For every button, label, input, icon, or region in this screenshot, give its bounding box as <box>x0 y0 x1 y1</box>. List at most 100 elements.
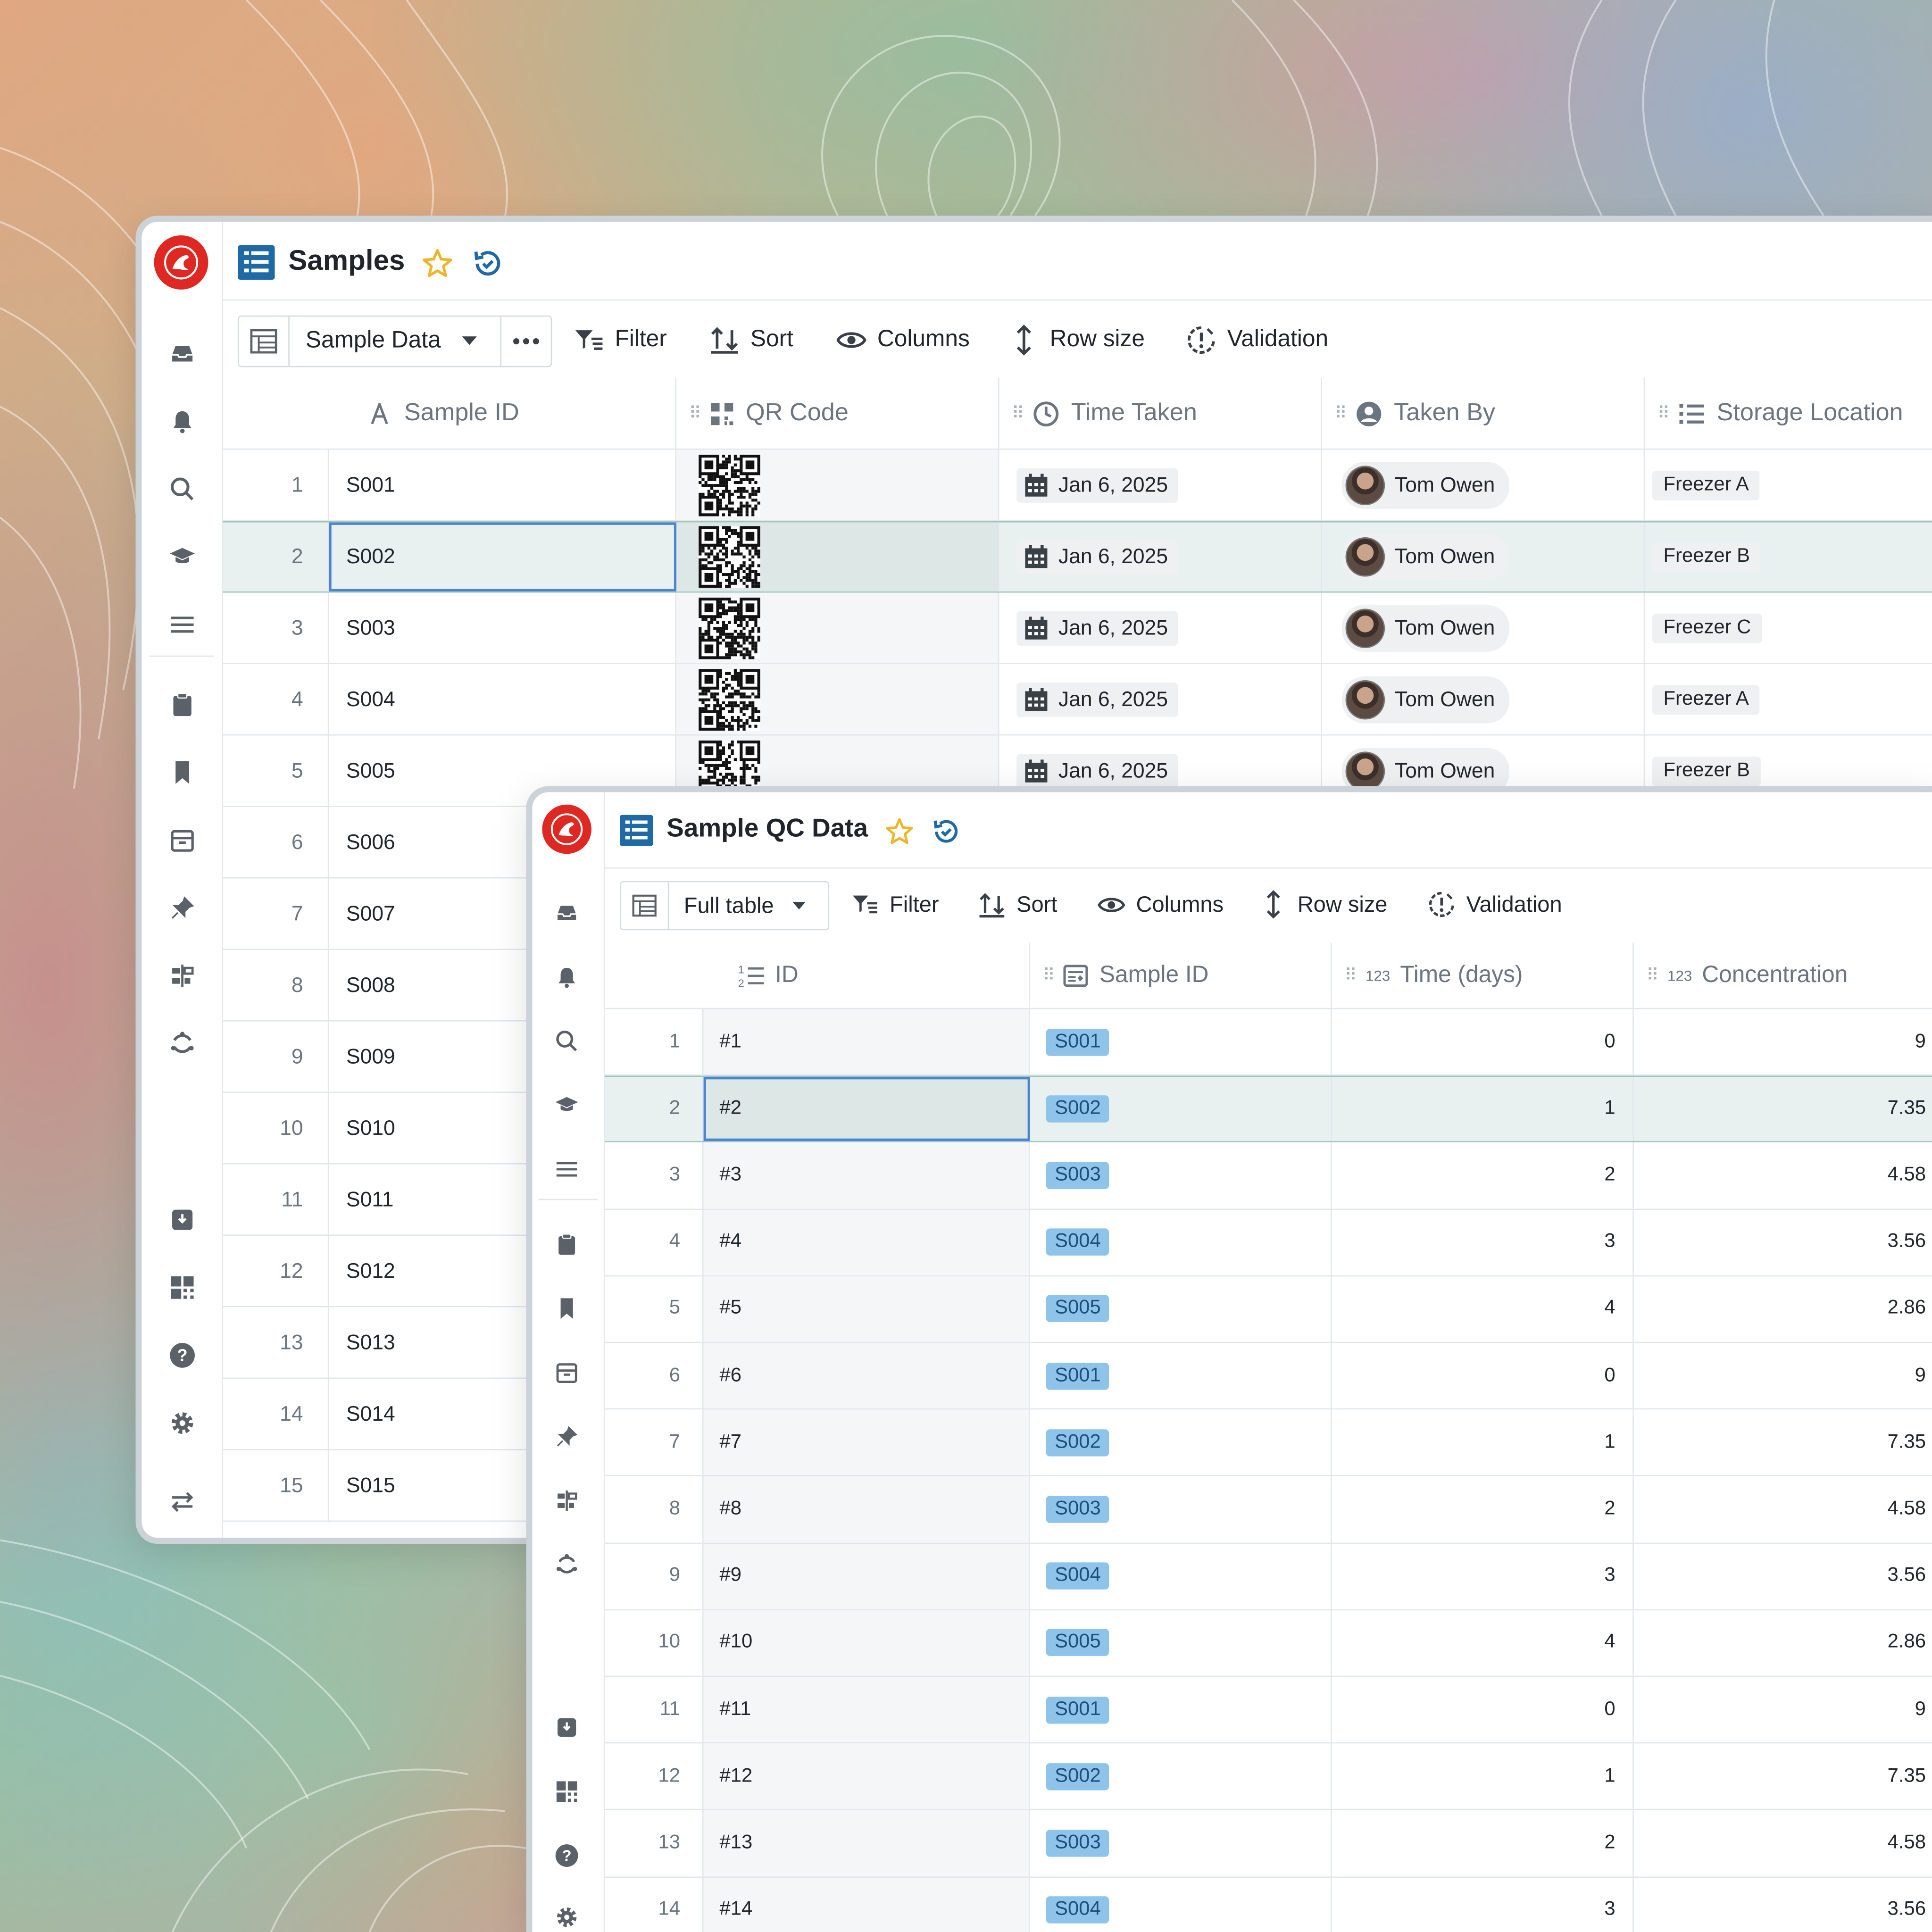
apps-grid-icon[interactable] <box>164 1269 200 1306</box>
cell-taken-by[interactable]: Tom Owen <box>1322 592 1645 663</box>
cell-time-days[interactable]: 2 <box>1332 1142 1634 1208</box>
column-header-taken-by[interactable]: ⠿ Taken By <box>1322 378 1645 450</box>
table-row[interactable]: 1 S001 Jan 6, 2025 Tom Owen Freezer A <box>223 450 1932 521</box>
bell-icon[interactable] <box>550 960 584 994</box>
columns-button[interactable]: Columns <box>836 316 970 365</box>
validation-button[interactable]: Validation <box>1428 881 1562 928</box>
drag-handle-icon[interactable]: ⠿ <box>1334 403 1347 424</box>
table-row[interactable]: 8 #8 S003 2 4.58 <box>605 1476 1932 1544</box>
view-selector[interactable]: Full table <box>619 881 830 931</box>
gear-icon[interactable] <box>164 1405 200 1441</box>
drag-handle-icon[interactable]: ⠿ <box>1344 965 1357 985</box>
cell-time-days[interactable]: 3 <box>1332 1877 1634 1932</box>
columns-button[interactable]: Columns <box>1098 881 1224 928</box>
cell-sample-id[interactable]: S005 <box>1030 1610 1332 1676</box>
table-view-icon[interactable] <box>239 316 290 366</box>
cell-time-taken[interactable]: Jan 6, 2025 <box>999 664 1322 734</box>
cell-sample-id[interactable]: S001 <box>1030 1343 1332 1409</box>
cell-sample-id[interactable]: S001 <box>329 450 677 520</box>
pin-icon[interactable] <box>164 890 200 926</box>
bell-icon[interactable] <box>164 403 200 440</box>
cell-storage-location[interactable]: Freezer A <box>1645 450 1932 520</box>
cell-id[interactable]: #1 <box>703 1009 1030 1075</box>
archive-box-icon[interactable] <box>164 822 200 858</box>
star-icon[interactable] <box>885 817 915 853</box>
sort-button[interactable]: Sort <box>710 316 793 365</box>
cell-time-days[interactable]: 3 <box>1332 1543 1634 1609</box>
cell-storage-location[interactable]: Freezer B <box>1645 523 1932 591</box>
cell-sample-id[interactable]: S004 <box>329 664 677 734</box>
table-row[interactable]: 13 #13 S003 2 4.58 <box>605 1810 1932 1877</box>
cell-qr-code[interactable] <box>676 450 999 520</box>
graduation-cap-icon[interactable] <box>550 1088 584 1123</box>
row-size-button[interactable]: Row size <box>1266 881 1387 928</box>
table-view-icon[interactable] <box>621 882 669 929</box>
cell-time-days[interactable]: 2 <box>1332 1810 1634 1876</box>
cell-concentration[interactable]: 9 <box>1634 1677 1932 1742</box>
clipboard-icon[interactable] <box>550 1227 584 1262</box>
cell-sample-id[interactable]: S002 <box>329 522 677 591</box>
cell-concentration[interactable]: 3.56 <box>1634 1209 1932 1275</box>
cell-concentration[interactable]: 4.58 <box>1634 1476 1932 1542</box>
cell-sample-id[interactable]: S003 <box>329 592 677 663</box>
cell-id[interactable]: #12 <box>703 1743 1030 1809</box>
cell-sample-id[interactable]: S004 <box>1030 1877 1332 1932</box>
drag-handle-icon[interactable]: ⠿ <box>1657 403 1670 424</box>
inbox-icon[interactable] <box>550 896 584 930</box>
gear-icon[interactable] <box>550 1900 584 1932</box>
cell-id[interactable]: #14 <box>703 1877 1030 1932</box>
cell-time-days[interactable]: 0 <box>1332 1343 1634 1409</box>
cell-time-days[interactable]: 3 <box>1332 1209 1634 1275</box>
table-row[interactable]: 6 #6 S001 0 9 <box>605 1343 1932 1410</box>
bookmark-icon[interactable] <box>550 1291 584 1326</box>
cell-sample-id[interactable]: S001 <box>1030 1009 1332 1075</box>
table-row[interactable]: 12 #12 S002 1 7.35 <box>605 1743 1932 1811</box>
graduation-cap-icon[interactable] <box>164 539 200 575</box>
apps-grid-icon[interactable] <box>550 1774 584 1809</box>
view-name[interactable]: Sample Data <box>306 328 441 355</box>
column-header-sample-id[interactable]: ⠿ Sample ID <box>1030 942 1332 1009</box>
menu-icon[interactable] <box>164 606 200 643</box>
cell-taken-by[interactable]: Tom Owen <box>1322 450 1645 520</box>
cell-id[interactable]: #3 <box>703 1142 1030 1208</box>
history-check-icon[interactable] <box>932 817 961 853</box>
column-header-time-days[interactable]: ⠿ 123 Time (days) <box>1332 942 1634 1009</box>
cell-concentration[interactable]: 3.56 <box>1634 1543 1932 1609</box>
column-header-concentration[interactable]: ⠿ 123 Concentration <box>1633 942 1932 1009</box>
cell-concentration[interactable]: 4.58 <box>1634 1143 1932 1208</box>
cell-id[interactable]: #8 <box>703 1476 1030 1542</box>
chevron-down-icon[interactable] <box>462 330 477 352</box>
cell-storage-location[interactable]: Freezer C <box>1645 592 1932 663</box>
cell-id[interactable]: #4 <box>703 1209 1030 1275</box>
align-icon[interactable] <box>164 958 200 994</box>
cell-sample-id[interactable]: S003 <box>1030 1476 1332 1542</box>
cell-concentration[interactable]: 9 <box>1634 1343 1932 1408</box>
table-row[interactable]: 1 #1 S001 0 9 <box>605 1009 1932 1076</box>
cell-id[interactable]: #7 <box>703 1409 1030 1475</box>
table-row[interactable]: 14 #14 S004 3 3.56 <box>605 1877 1932 1932</box>
pin-icon[interactable] <box>550 1419 584 1454</box>
table-row[interactable]: 11 #11 S001 0 9 <box>605 1677 1932 1744</box>
cell-id[interactable]: #10 <box>703 1610 1030 1676</box>
table-row[interactable]: 4 #4 S004 3 3.56 <box>605 1209 1932 1276</box>
cell-concentration[interactable]: 9 <box>1634 1009 1932 1074</box>
app-logo[interactable] <box>542 804 591 854</box>
drag-handle-icon[interactable]: ⠿ <box>1042 965 1055 985</box>
table-row[interactable]: 10 #10 S005 4 2.86 <box>605 1610 1932 1677</box>
column-header-time-taken[interactable]: ⠿ Time Taken <box>999 378 1322 450</box>
drag-handle-icon[interactable]: ⠿ <box>689 403 701 424</box>
cell-id[interactable]: #13 <box>703 1810 1030 1876</box>
cell-concentration[interactable]: 4.58 <box>1634 1810 1932 1876</box>
cell-id[interactable]: #6 <box>703 1343 1030 1409</box>
cycle-icon[interactable] <box>550 1548 584 1582</box>
cell-concentration[interactable]: 7.35 <box>1634 1744 1932 1809</box>
validation-button[interactable]: Validation <box>1187 316 1328 365</box>
app-logo[interactable] <box>154 235 208 290</box>
cell-time-days[interactable]: 0 <box>1332 1677 1634 1743</box>
cell-concentration[interactable]: 7.35 <box>1634 1077 1932 1141</box>
table-row[interactable]: 4 S004 Jan 6, 2025 Tom Owen Freezer A <box>223 664 1932 736</box>
cell-sample-id[interactable]: S002 <box>1030 1409 1332 1475</box>
cell-time-days[interactable]: 1 <box>1332 1409 1634 1475</box>
cell-time-days[interactable]: 4 <box>1332 1276 1634 1342</box>
cell-time-days[interactable]: 1 <box>1332 1743 1634 1809</box>
